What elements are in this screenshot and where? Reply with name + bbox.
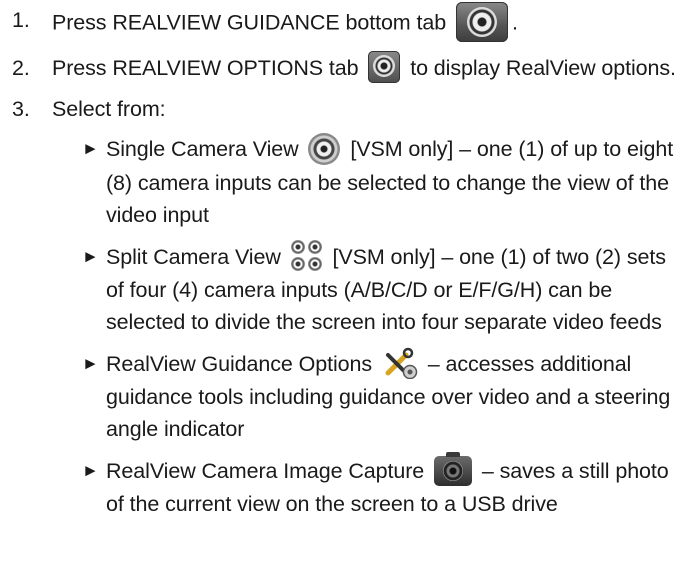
- step-text-end: to display RealView options.: [410, 56, 676, 80]
- step-3: 3. Select from:: [0, 93, 691, 125]
- option-name: Single Camera View: [106, 137, 299, 162]
- list-item: ► Split Camera View [VSM only] – one (1)…: [0, 239, 691, 338]
- arrow-bullet-icon: ►: [82, 353, 99, 373]
- realview-options-tab-icon: [368, 51, 401, 84]
- list-item: ► Single Camera View [VSM only] – one (1…: [0, 132, 691, 230]
- arrow-bullet-icon: ►: [82, 461, 99, 481]
- step-1: 1. Press REALVIEW GUIDANCE bottom tab .: [0, 2, 691, 44]
- list-item: ► RealView Guidance Options – accesses a…: [0, 348, 691, 445]
- tools-icon: [382, 347, 418, 380]
- realview-guidance-tab-icon: [455, 2, 508, 42]
- option-name: RealView Guidance Options: [106, 351, 373, 376]
- step-text: Select from:: [52, 97, 166, 122]
- step-number: 3.: [12, 97, 30, 122]
- list-item: ► RealView Camera Image Capture – saves …: [0, 451, 691, 519]
- arrow-bullet-icon: ►: [82, 246, 99, 266]
- step-2: 2. Press REALVIEW OPTIONS tab to display…: [0, 51, 691, 85]
- step-number: 1.: [12, 8, 30, 32]
- split-camera-view-icon: [290, 239, 323, 272]
- step-number: 2.: [12, 56, 30, 80]
- step-text-end: .: [511, 10, 518, 35]
- option-list: ► Single Camera View [VSM only] – one (1…: [0, 132, 691, 519]
- option-name: Split Camera View: [106, 244, 281, 269]
- step-text: Press REALVIEW GUIDANCE bottom tab: [52, 10, 447, 35]
- camera-capture-icon: [434, 451, 473, 486]
- single-camera-view-icon: [308, 132, 341, 165]
- arrow-bullet-icon: ►: [82, 139, 99, 159]
- instruction-document: 1. Press REALVIEW GUIDANCE bottom tab . …: [0, 0, 691, 530]
- step-text: Press REALVIEW OPTIONS tab: [52, 56, 359, 80]
- option-name: RealView Camera Image Capture: [106, 459, 425, 484]
